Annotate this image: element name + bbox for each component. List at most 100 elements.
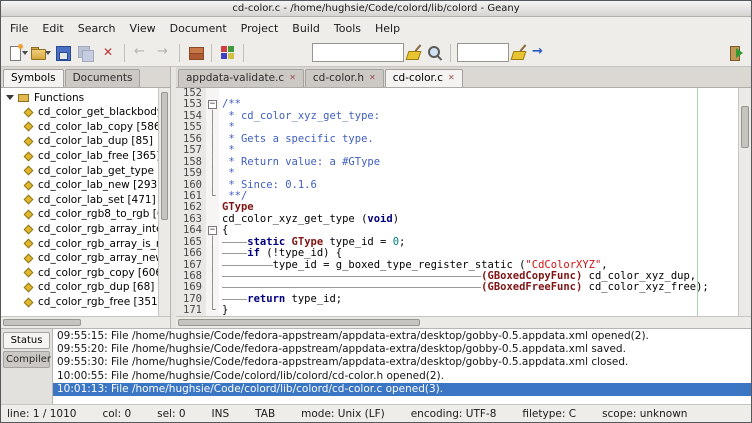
- close-button[interactable]: [97, 41, 120, 65]
- compile-button[interactable]: [184, 41, 207, 65]
- code-text[interactable]: * Return value: a #GType: [219, 157, 751, 168]
- code-editor[interactable]: 152153−/**154│ * cd_color_xyz_get_type:1…: [176, 88, 751, 316]
- code-line: 156│ * Gets a specific type.: [176, 134, 751, 145]
- close-tab-icon[interactable]: ✕: [448, 74, 455, 82]
- fold-box-icon[interactable]: −: [208, 226, 217, 235]
- code-text[interactable]: *: [219, 168, 751, 179]
- message-tab-compiler[interactable]: Compiler: [3, 351, 50, 368]
- color-chooser-button[interactable]: [216, 41, 239, 65]
- fold-collapse-icon[interactable]: −: [206, 99, 219, 110]
- open-file-button[interactable]: [28, 41, 51, 65]
- editor-tab-cd-color.h[interactable]: cd-color.h✕: [305, 69, 384, 87]
- code-text[interactable]: type_id = g_boxed_type_register_static (…: [219, 260, 751, 271]
- editor-tab-cd-color.c[interactable]: cd-color.c✕: [385, 69, 463, 87]
- jump-to-button[interactable]: [528, 41, 551, 65]
- symbol-item[interactable]: cd_color_lab_copy [586]: [1, 120, 170, 135]
- code-token: /**: [222, 99, 241, 110]
- message-row[interactable]: 10:00:55: File /home/hughsie/Code/colord…: [53, 370, 751, 383]
- sidebar-scrollbar[interactable]: [158, 88, 170, 316]
- message-row[interactable]: 09:55:30: File /home/hughsie/Code/fedora…: [53, 356, 751, 369]
- menu-help[interactable]: Help: [368, 19, 407, 38]
- fold-margin: │: [206, 294, 219, 305]
- code-line: 153−/**: [176, 99, 751, 110]
- symbol-item[interactable]: cd_color_rgb_array_new [896]: [1, 251, 170, 266]
- find-button[interactable]: [423, 41, 446, 65]
- editor-scrollbar[interactable]: [738, 88, 751, 316]
- scrollbar-thumb[interactable]: [161, 92, 168, 220]
- symbol-item[interactable]: cd_color_rgb_free [351]: [1, 295, 170, 310]
- symbol-item[interactable]: cd_color_lab_new [293]: [1, 178, 170, 193]
- message-tab-status[interactable]: Status: [3, 332, 50, 349]
- search-input[interactable]: [312, 43, 404, 62]
- sidebar-tab-symbols[interactable]: Symbols: [3, 69, 64, 87]
- quit-button[interactable]: [724, 41, 747, 65]
- sidebar-tab-documents[interactable]: Documents: [65, 69, 141, 87]
- code-text[interactable]: [219, 88, 751, 99]
- code-token: * Since: 0.1.6: [222, 180, 317, 191]
- code-text[interactable]: **/: [219, 191, 751, 202]
- menu-view[interactable]: View: [123, 19, 163, 38]
- editor-tab-appdata-validate.c[interactable]: appdata-validate.c✕: [178, 69, 304, 87]
- statusbar: line: 1 / 1010col: 0sel: 0INSTABmode: Un…: [1, 404, 751, 422]
- menu-project[interactable]: Project: [234, 19, 286, 38]
- menu-tools[interactable]: Tools: [327, 19, 368, 38]
- fold-box-icon[interactable]: −: [208, 100, 217, 109]
- code-text[interactable]: cd_color_xyz_get_type (void): [219, 214, 751, 225]
- code-text[interactable]: * cd_color_xyz_get_type:: [219, 111, 751, 122]
- new-file-button[interactable]: [5, 41, 28, 65]
- menu-document[interactable]: Document: [163, 19, 234, 38]
- close-tab-icon[interactable]: ✕: [369, 74, 376, 82]
- expander-icon[interactable]: [6, 95, 14, 100]
- close-tab-icon[interactable]: ✕: [289, 74, 296, 82]
- method-icon: [24, 107, 34, 117]
- code-text[interactable]: * Gets a specific type.: [219, 134, 751, 145]
- clear-search-icon[interactable]: [406, 44, 423, 61]
- symbol-item[interactable]: cd_color_rgb_array_is_monotonic: [1, 236, 170, 251]
- message-row[interactable]: 09:55:15: File /home/hughsie/Code/fedora…: [53, 330, 751, 343]
- code-text[interactable]: (GBoxedCopyFunc) cd_color_xyz_dup,: [219, 271, 751, 282]
- symbol-item[interactable]: cd_color_lab_get_type [203]: [1, 163, 170, 178]
- symbol-item[interactable]: cd_color_lab_set [471]: [1, 193, 170, 208]
- symbol-item[interactable]: cd_color_lab_free [365]: [1, 149, 170, 164]
- scrollbar-thumb[interactable]: [741, 106, 749, 148]
- method-icon: [24, 239, 34, 249]
- code-text[interactable]: if (!type_id) {: [219, 248, 751, 259]
- menu-edit[interactable]: Edit: [35, 19, 70, 38]
- code-text[interactable]: GType: [219, 202, 751, 213]
- code-text[interactable]: {: [219, 225, 751, 236]
- goto-line-input[interactable]: [457, 43, 509, 62]
- menu-build[interactable]: Build: [285, 19, 327, 38]
- code-text[interactable]: return type_id;: [219, 294, 751, 305]
- editor-hscrollbar[interactable]: [176, 316, 751, 328]
- code-text[interactable]: * Since: 0.1.6: [219, 180, 751, 191]
- scrollbar-thumb[interactable]: [3, 319, 81, 326]
- menu-search[interactable]: Search: [71, 19, 123, 38]
- method-icon: [24, 253, 34, 263]
- symbol-item[interactable]: cd_color_rgb8_to_rgb [626]: [1, 207, 170, 222]
- code-text[interactable]: *: [219, 122, 751, 133]
- code-text[interactable]: (GBoxedFreeFunc) cd_color_xyz_free);: [219, 282, 751, 293]
- status-item: INS: [212, 408, 230, 420]
- save-button[interactable]: [51, 41, 74, 65]
- symbol-item[interactable]: cd_color_rgb_copy [606]: [1, 266, 170, 281]
- method-icon: [24, 151, 34, 161]
- scrollbar-thumb[interactable]: [178, 319, 420, 326]
- message-row[interactable]: 09:55:20: File /home/hughsie/Code/fedora…: [53, 343, 751, 356]
- sidebar-hscrollbar[interactable]: [1, 316, 170, 328]
- code-text[interactable]: static GType type_id = 0;: [219, 237, 751, 248]
- code-text[interactable]: }: [219, 305, 751, 316]
- symbol-item[interactable]: cd_color_rgb_array_interpolate [9: [1, 222, 170, 237]
- titlebar[interactable]: cd-color.c - /home/hughsie/Code/colord/l…: [1, 1, 751, 17]
- open-folder-icon: [29, 44, 46, 61]
- code-token: * Return value: a #GType: [222, 157, 380, 168]
- code-text[interactable]: /**: [219, 99, 751, 110]
- clear-goto-icon[interactable]: [511, 44, 528, 61]
- message-row[interactable]: 10:01:13: File /home/hughsie/Code/colord…: [53, 383, 751, 396]
- code-text[interactable]: *: [219, 145, 751, 156]
- symbol-item[interactable]: cd_color_lab_dup [85]: [1, 134, 170, 149]
- symbol-item[interactable]: cd_color_get_blackbody_rgb [97: [1, 105, 170, 120]
- symbols-root-row[interactable]: Functions: [1, 90, 170, 105]
- symbol-item[interactable]: cd_color_rgb_dup [68]: [1, 280, 170, 295]
- menu-file[interactable]: File: [3, 19, 35, 38]
- fold-collapse-icon[interactable]: −: [206, 225, 219, 236]
